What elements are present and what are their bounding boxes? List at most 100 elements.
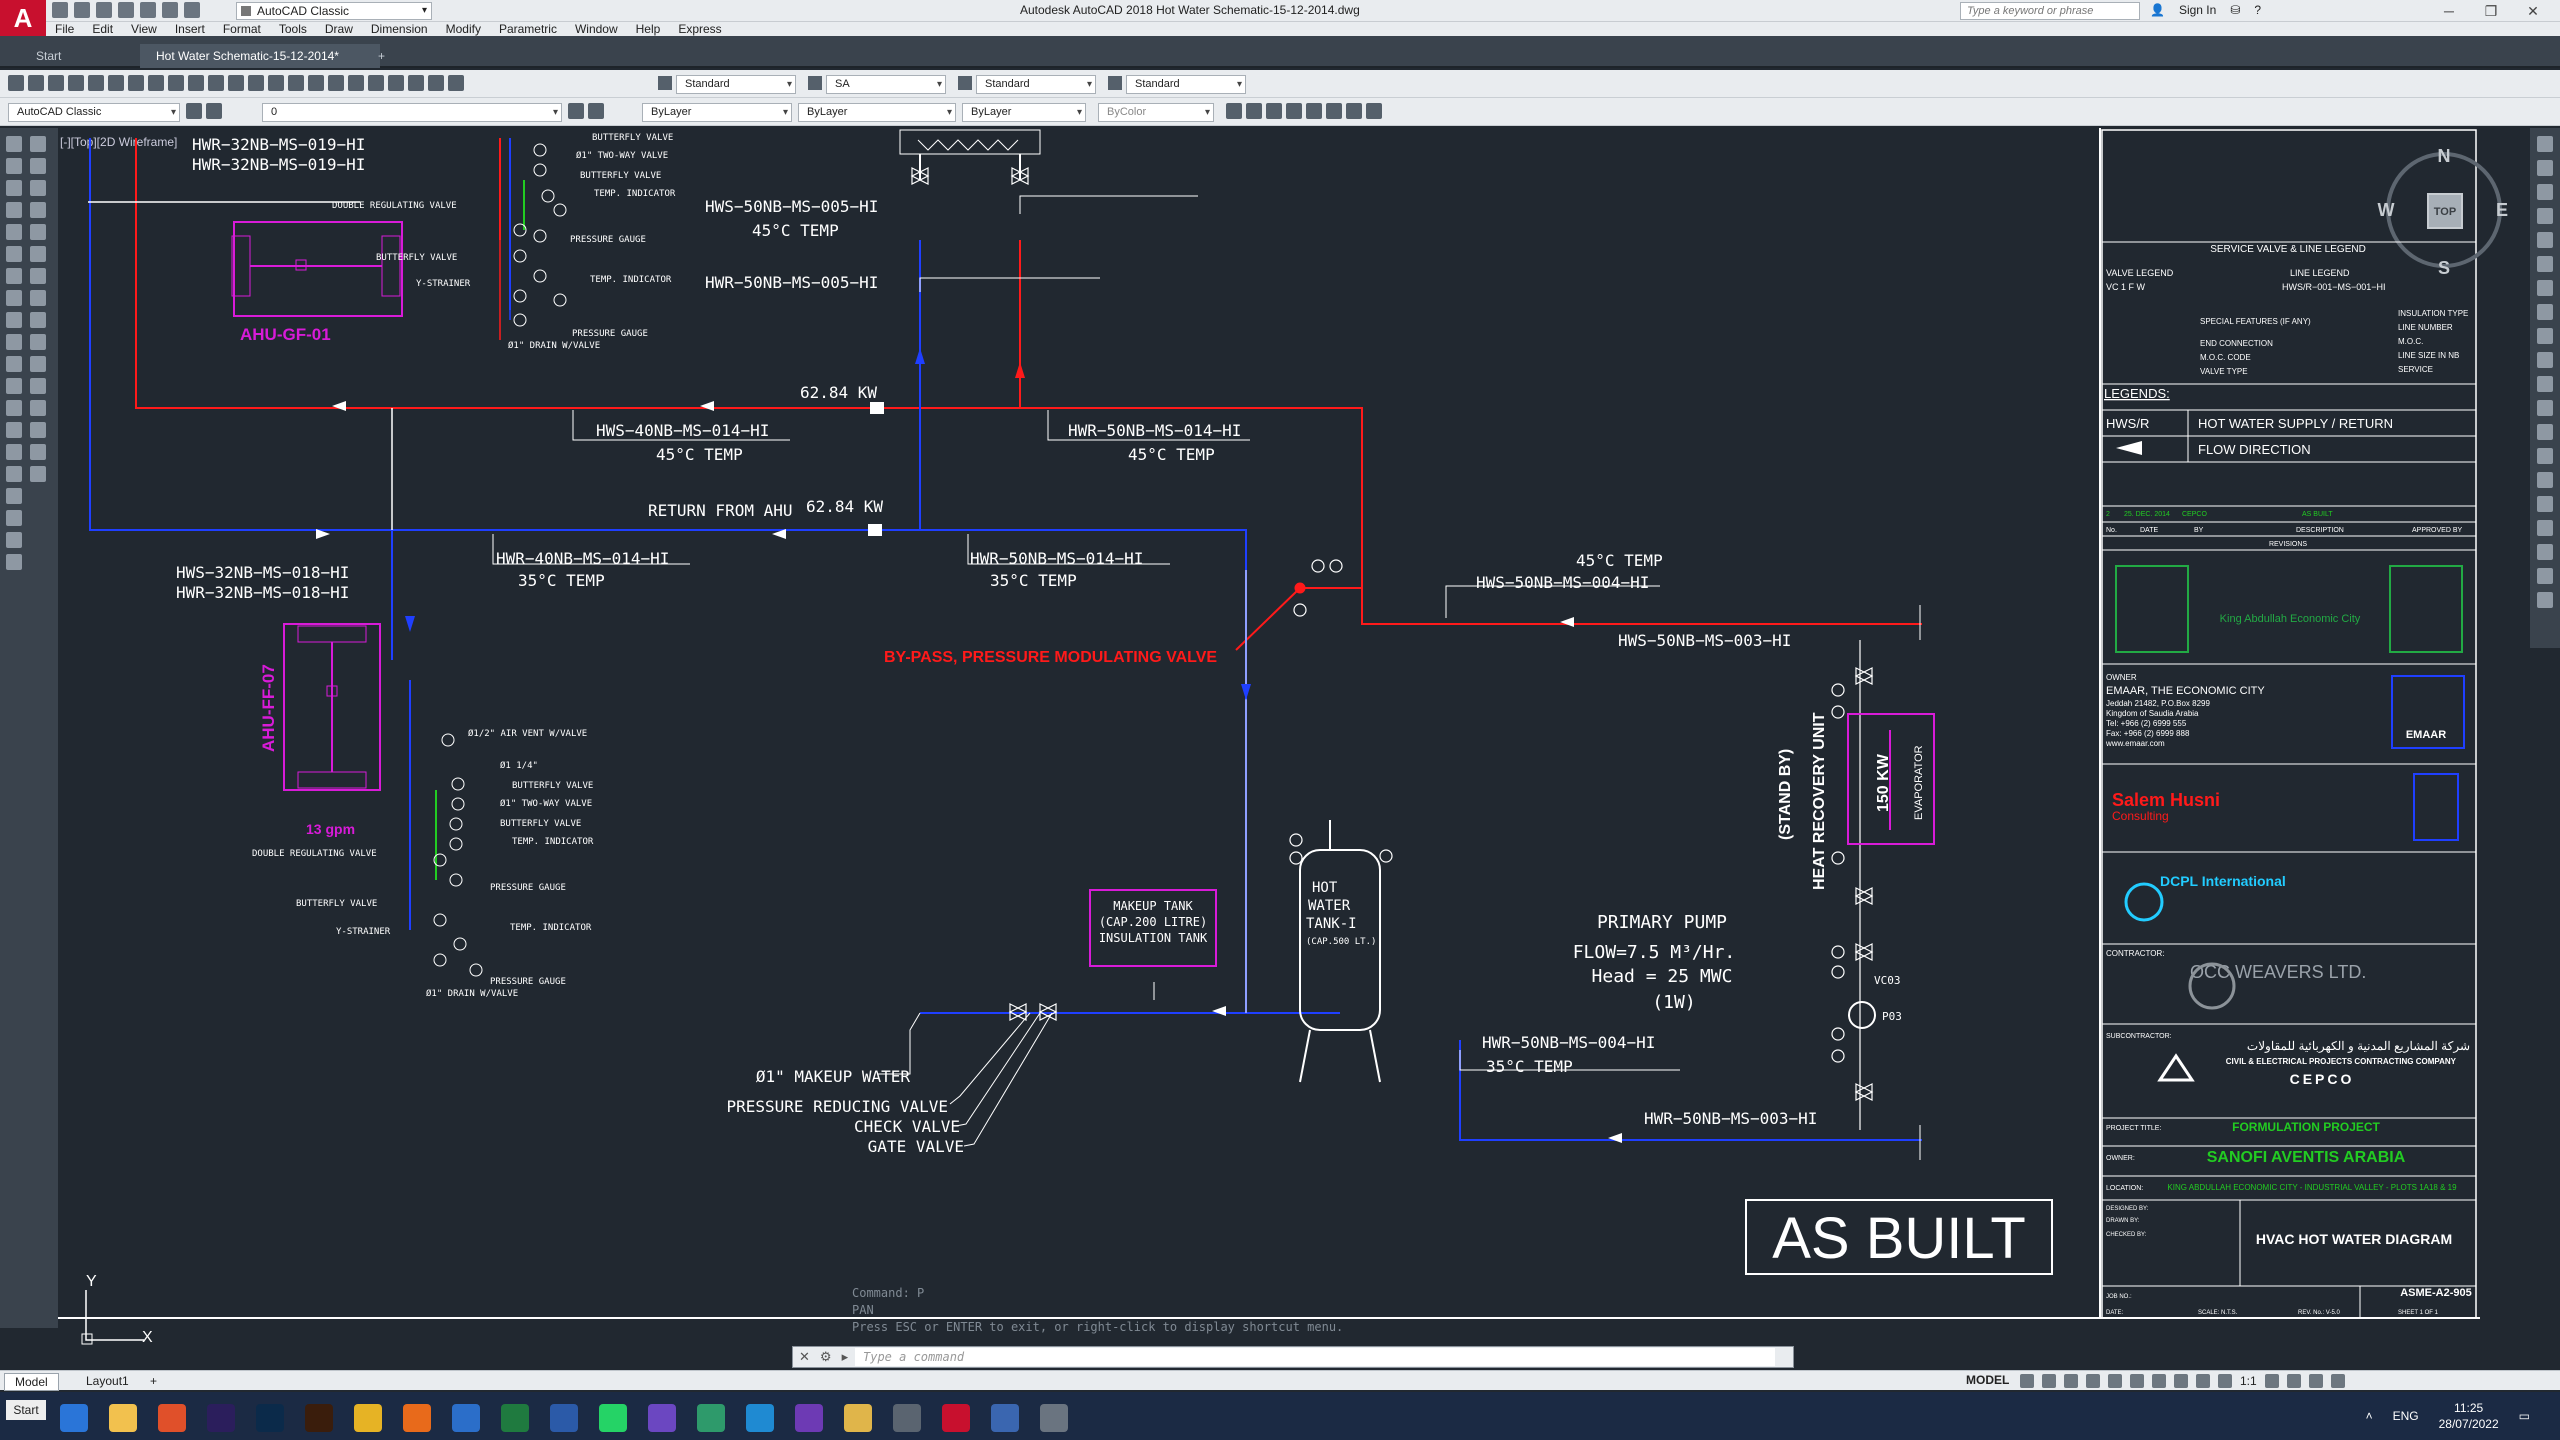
print-icon[interactable] <box>140 2 156 18</box>
workspace-icon[interactable] <box>2264 1374 2279 1388</box>
tab-model[interactable]: Model <box>4 1373 59 1391</box>
viewcube-east[interactable]: E <box>2496 200 2508 220</box>
tool-icon[interactable] <box>2537 568 2553 584</box>
snap-icon[interactable] <box>2042 1374 2056 1388</box>
tool-icon[interactable] <box>2537 424 2553 440</box>
tool-palettes-icon[interactable] <box>368 75 384 91</box>
ellipse-icon[interactable] <box>6 334 22 350</box>
menu-express[interactable]: Express <box>669 22 730 36</box>
visual-studio-app-icon[interactable] <box>795 1404 823 1432</box>
autocad-app-icon[interactable] <box>942 1404 970 1432</box>
fullscreen-icon[interactable] <box>2308 1374 2323 1388</box>
break-icon[interactable] <box>30 378 46 394</box>
zoom-prev-icon[interactable] <box>308 75 324 91</box>
make-block-icon[interactable] <box>6 400 22 416</box>
osnap-icon[interactable] <box>2108 1374 2122 1388</box>
polyline-icon[interactable] <box>6 180 22 196</box>
calculator-app-icon[interactable] <box>991 1404 1019 1432</box>
tool-icon[interactable] <box>2537 328 2553 344</box>
trim-icon[interactable] <box>30 334 46 350</box>
layer-previous-icon[interactable] <box>588 103 604 119</box>
edge-app-icon[interactable] <box>60 1404 88 1432</box>
circle-icon[interactable] <box>6 268 22 284</box>
array-icon[interactable] <box>30 224 46 240</box>
restore-icon[interactable]: ❐ <box>2470 0 2512 22</box>
notifications-icon[interactable]: ▭ <box>2519 1409 2530 1423</box>
text-style-select[interactable]: Standard <box>676 75 796 94</box>
start-button[interactable]: Start <box>6 1400 46 1420</box>
user-icon[interactable]: 👤 <box>2150 3 2165 17</box>
lineweight-select[interactable]: ByLayer <box>962 103 1086 122</box>
point-icon[interactable] <box>6 422 22 438</box>
layer-select[interactable]: 0 <box>262 103 562 122</box>
redo-icon[interactable] <box>228 75 244 91</box>
saveas-icon[interactable] <box>118 2 134 18</box>
dim-style-select[interactable]: SA <box>826 75 946 94</box>
tool-icon[interactable] <box>1366 103 1382 119</box>
viewcube-north[interactable]: N <box>2438 146 2451 166</box>
help-icon[interactable] <box>448 75 464 91</box>
close-icon[interactable]: ✕ <box>799 1349 810 1365</box>
menu-dimension[interactable]: Dimension <box>362 22 437 36</box>
polar-icon[interactable] <box>2086 1374 2100 1388</box>
tool-icon[interactable] <box>2537 208 2553 224</box>
menu-edit[interactable]: Edit <box>83 22 122 36</box>
premiere-app-icon[interactable] <box>207 1404 235 1432</box>
mtext-icon[interactable] <box>6 532 22 548</box>
brave-app-icon[interactable] <box>158 1404 186 1432</box>
tab-drawing[interactable]: Hot Water Schematic-15-12-2014* <box>140 44 380 68</box>
save-icon[interactable] <box>48 75 64 91</box>
plotstyle-select[interactable]: ByColor <box>1098 103 1214 122</box>
mleader-style-select[interactable]: Standard <box>1126 75 1246 94</box>
tool-icon[interactable] <box>2537 544 2553 560</box>
paste-icon[interactable] <box>168 75 184 91</box>
markup-icon[interactable] <box>408 75 424 91</box>
customize-icon[interactable] <box>2330 1374 2345 1388</box>
chrome-app-icon[interactable] <box>354 1404 382 1432</box>
join-icon[interactable] <box>30 400 46 416</box>
save-icon[interactable] <box>96 2 112 18</box>
menu-view[interactable]: View <box>122 22 166 36</box>
illustrator-app-icon[interactable] <box>305 1404 333 1432</box>
selection-icon[interactable] <box>2196 1374 2210 1388</box>
explode-icon[interactable] <box>30 466 46 482</box>
copy-icon[interactable] <box>30 158 46 174</box>
new-tab-button[interactable]: + <box>372 44 391 68</box>
minimize-icon[interactable]: ─ <box>2428 0 2470 22</box>
open-icon[interactable] <box>28 75 44 91</box>
wrench-icon[interactable]: ⚙ <box>820 1349 832 1365</box>
tool-icon[interactable] <box>2537 304 2553 320</box>
zoom-window-icon[interactable] <box>288 75 304 91</box>
app-icon[interactable] <box>893 1404 921 1432</box>
lineweight-icon[interactable] <box>2152 1374 2166 1388</box>
design-center-icon[interactable] <box>348 75 364 91</box>
tool-icon[interactable] <box>2537 472 2553 488</box>
zoom-icon[interactable] <box>268 75 284 91</box>
menu-help[interactable]: Help <box>627 22 670 36</box>
workspace-select[interactable]: AutoCAD Classic <box>236 2 432 20</box>
menu-draw[interactable]: Draw <box>316 22 362 36</box>
tool-icon[interactable] <box>1326 103 1342 119</box>
viewcube-west[interactable]: W <box>2378 200 2395 220</box>
tab-start[interactable]: Start <box>20 44 77 68</box>
erase-icon[interactable] <box>30 136 46 152</box>
undo-icon[interactable] <box>208 75 224 91</box>
photoshop-app-icon[interactable] <box>256 1404 284 1432</box>
layer-properties-icon[interactable] <box>206 103 222 119</box>
menu-insert[interactable]: Insert <box>166 22 214 36</box>
new-icon[interactable] <box>52 2 68 18</box>
tool-icon[interactable] <box>2537 352 2553 368</box>
mirror-icon[interactable] <box>30 180 46 196</box>
tab-layout1[interactable]: Layout1 <box>76 1373 139 1389</box>
language-indicator[interactable]: ENG <box>2393 1409 2419 1423</box>
preview-icon[interactable] <box>88 75 104 91</box>
tool-icon[interactable] <box>2537 496 2553 512</box>
menu-format[interactable]: Format <box>214 22 270 36</box>
autocad-logo-icon[interactable]: A <box>0 0 46 36</box>
grid-icon[interactable] <box>2020 1374 2034 1388</box>
clock[interactable]: 11:25 28/07/2022 <box>2439 1400 2499 1432</box>
tool-icon[interactable] <box>2537 232 2553 248</box>
insert-block-icon[interactable] <box>6 378 22 394</box>
ortho-icon[interactable] <box>2064 1374 2078 1388</box>
make-current-icon[interactable] <box>568 103 584 119</box>
